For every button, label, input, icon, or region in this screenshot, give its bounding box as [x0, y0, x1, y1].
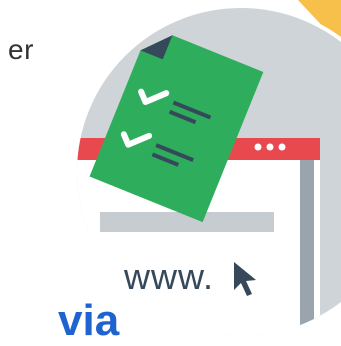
- browser-dot: [266, 143, 274, 151]
- url-text: www.: [124, 256, 215, 297]
- browser-dot: [278, 143, 286, 151]
- browser-dot: [254, 143, 262, 151]
- partial-bottom-text: via: [58, 296, 120, 345]
